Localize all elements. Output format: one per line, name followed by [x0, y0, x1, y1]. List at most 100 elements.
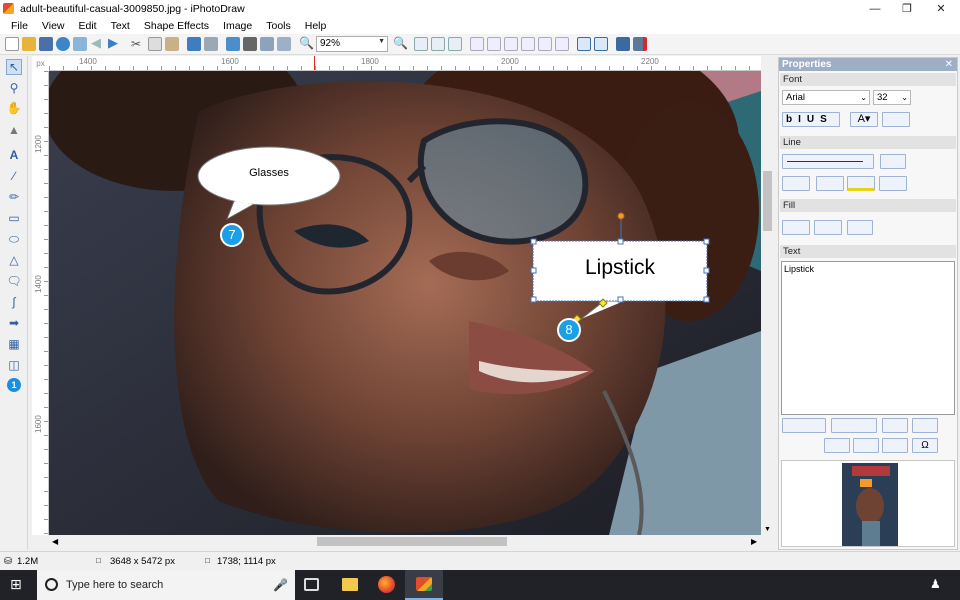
menu-edit[interactable]: Edit — [72, 20, 104, 32]
undo-icon[interactable]: ◀ — [91, 36, 105, 51]
align-right-icon[interactable] — [504, 37, 518, 51]
text-input[interactable]: Lipstick — [781, 261, 955, 415]
close-button[interactable]: ✕ — [924, 0, 958, 17]
same-size-icon[interactable] — [555, 37, 569, 51]
numbering-select[interactable] — [882, 438, 908, 453]
freehand-tool-icon[interactable]: ∫ — [7, 295, 21, 309]
horizontal-scroll-thumb[interactable] — [317, 537, 507, 546]
align-middle-icon[interactable] — [431, 37, 445, 51]
menu-view[interactable]: View — [35, 20, 72, 32]
text-style-buttons[interactable]: bIUS — [782, 112, 840, 127]
ungroup-icon[interactable] — [594, 37, 608, 51]
people-icon[interactable]: ♟ — [930, 577, 941, 591]
ellipse-tool-icon[interactable]: ⬭ — [7, 232, 21, 246]
symbol-icon[interactable]: Ω — [912, 438, 938, 453]
image-tool-icon[interactable]: ▦ — [7, 337, 21, 351]
image-icon[interactable] — [73, 37, 87, 51]
shadow-select[interactable] — [879, 176, 907, 191]
frame-tool-icon[interactable]: ◫ — [7, 358, 21, 372]
font-name-select[interactable]: Arial ⌄ — [782, 90, 870, 105]
globe-icon[interactable] — [56, 37, 70, 51]
microphone-icon[interactable]: 🎤 — [273, 570, 288, 600]
fill-pattern-select[interactable] — [814, 220, 842, 235]
text-border-button[interactable] — [882, 112, 910, 127]
slideshow-icon[interactable] — [616, 37, 630, 51]
minimize-button[interactable]: — — [858, 0, 892, 17]
menu-file[interactable]: File — [0, 20, 35, 32]
save-icon[interactable] — [39, 37, 53, 51]
align-center-icon[interactable] — [487, 37, 501, 51]
redo-icon[interactable]: ▶ — [108, 36, 122, 51]
marker-8[interactable]: 8 — [557, 318, 581, 342]
open-icon[interactable] — [22, 37, 36, 51]
iphotodraw-taskbar-button[interactable] — [405, 570, 443, 600]
zoom-select[interactable]: 92% ▼ — [316, 36, 388, 52]
distribute-v-icon[interactable] — [538, 37, 552, 51]
group-icon[interactable] — [577, 37, 591, 51]
vertical-scroll-thumb[interactable] — [763, 171, 772, 231]
paragraph-select[interactable] — [912, 418, 938, 433]
flip-icon[interactable] — [260, 37, 274, 51]
rectangle-tool-icon[interactable]: ▭ — [7, 211, 21, 225]
font-size-select[interactable]: 32 ⌄ — [873, 90, 911, 105]
pen-tool-icon[interactable]: ✏ — [7, 190, 21, 204]
menu-help[interactable]: Help — [298, 20, 334, 32]
menu-text[interactable]: Text — [104, 20, 137, 32]
exit-icon[interactable] — [633, 37, 647, 51]
menu-tools[interactable]: Tools — [259, 20, 298, 32]
marker-7[interactable]: 7 — [220, 223, 244, 247]
perspective-icon[interactable] — [277, 37, 291, 51]
fill-image-button[interactable] — [847, 220, 873, 235]
taskbar-search[interactable]: Type here to search 🎤 — [37, 570, 295, 600]
align-top-icon[interactable] — [414, 37, 428, 51]
close-icon[interactable]: ✕ — [945, 58, 953, 71]
fill-tool-icon[interactable]: ▲ — [7, 123, 21, 137]
scroll-down-icon[interactable]: ▼ — [764, 526, 771, 533]
new-icon[interactable] — [5, 37, 19, 51]
text-valign-buttons[interactable] — [831, 418, 877, 433]
image-canvas[interactable]: Glasses 7 Lipstick 8 — [49, 71, 761, 535]
bullets-select[interactable] — [853, 438, 879, 453]
arrow-tool-icon[interactable]: ➡ — [7, 316, 21, 330]
navigator-preview[interactable] — [781, 460, 955, 547]
font-color-button[interactable]: A▾ — [850, 112, 878, 127]
glasses-callout[interactable] — [189, 141, 349, 251]
line-tool-icon[interactable]: ∕ — [7, 169, 21, 183]
task-view-icon[interactable] — [304, 578, 319, 591]
rotate-right-icon[interactable] — [204, 37, 218, 51]
cut-icon[interactable]: ✂ — [131, 37, 145, 51]
distribute-h-icon[interactable] — [521, 37, 535, 51]
marker-tool-icon[interactable]: 1 — [7, 378, 21, 392]
align-left-icon[interactable] — [470, 37, 484, 51]
scroll-left-icon[interactable]: ◀ — [52, 537, 58, 546]
callout-tool-icon[interactable]: 🗨 — [6, 274, 21, 288]
line-dash-select[interactable] — [880, 154, 906, 169]
fill-color-select[interactable] — [782, 220, 810, 235]
crop-icon[interactable] — [226, 37, 240, 51]
vertical-scrollbar[interactable]: ▼ — [761, 71, 774, 535]
pan-tool-icon[interactable]: ✋ — [7, 101, 22, 115]
horizontal-scrollbar[interactable]: ◀ ▶ — [49, 535, 761, 548]
brush-icon[interactable] — [243, 37, 257, 51]
text-tool-icon[interactable]: A — [7, 148, 21, 162]
scroll-right-icon[interactable]: ▶ — [751, 537, 757, 546]
paste-icon[interactable] — [165, 37, 179, 51]
arrow-style-select[interactable] — [816, 176, 844, 191]
line-weight-select[interactable] — [782, 176, 810, 191]
firefox-icon[interactable] — [378, 576, 395, 593]
text-margin-select[interactable] — [882, 418, 908, 433]
zoom-out-icon[interactable]: 🔍 — [299, 37, 314, 51]
file-explorer-icon[interactable] — [342, 578, 358, 591]
windows-start-icon[interactable]: ⊞ — [10, 577, 22, 591]
line-style-select[interactable] — [782, 154, 874, 169]
text-align-buttons[interactable] — [782, 418, 826, 433]
line-spacing-select[interactable] — [824, 438, 850, 453]
copy-icon[interactable] — [148, 37, 162, 51]
rotate-left-icon[interactable] — [187, 37, 201, 51]
align-bottom-icon[interactable] — [448, 37, 462, 51]
triangle-tool-icon[interactable]: △ — [7, 253, 21, 267]
zoom-tool-icon[interactable]: ⚲ — [7, 81, 21, 95]
menu-shape-effects[interactable]: Shape Effects — [137, 20, 216, 32]
select-tool-icon[interactable]: ↖ — [6, 59, 22, 75]
line-color-select[interactable] — [847, 176, 875, 191]
